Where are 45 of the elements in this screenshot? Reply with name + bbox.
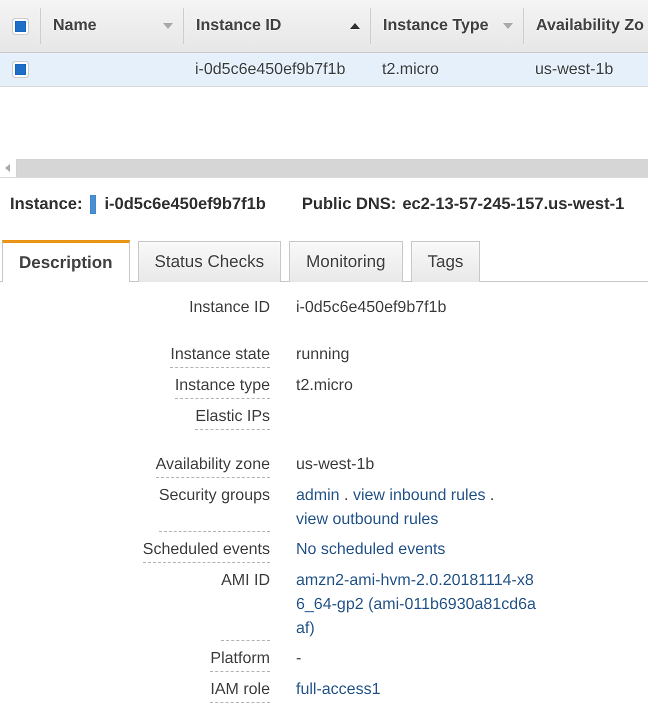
link[interactable]: No scheduled events xyxy=(296,538,541,562)
sort-ascending-icon[interactable] xyxy=(350,22,360,30)
checkbox[interactable] xyxy=(12,61,28,78)
field-label: Elastic IPs xyxy=(195,405,270,430)
instance-id: i-0d5c6e450ef9b7f1b xyxy=(104,194,266,214)
field-label: IAM role xyxy=(210,678,270,703)
field-value: us-west-1b xyxy=(296,456,374,473)
field-label: Instance state xyxy=(170,343,270,368)
field-value: admin . view inbound rules . view outbound rules xyxy=(296,486,496,530)
link[interactable]: amzn2-ami-hvm-2.0.20181114-x86_64-gp2 (ami-011b6930a81cd6aaf) xyxy=(296,569,541,641)
checkbox[interactable] xyxy=(12,18,28,34)
table-cell-text: i-0d5c6e450ef9b7f1b xyxy=(194,60,346,78)
tab[interactable]: Status Checks xyxy=(138,241,282,282)
instance-label: Instance: xyxy=(10,194,82,214)
caret-icon[interactable] xyxy=(503,22,513,30)
field-value: running xyxy=(296,346,350,363)
status-bar-icon xyxy=(90,194,96,214)
scrollbar-thumb[interactable] xyxy=(16,159,648,177)
public-dns: ec2-13-57-245-157.us-west-1 xyxy=(402,194,624,214)
field-value: - xyxy=(296,650,302,667)
link[interactable]: admin xyxy=(296,487,340,504)
caret-icon[interactable] xyxy=(163,22,173,30)
link[interactable]: view inbound rules xyxy=(352,487,486,504)
link[interactable]: view outbound rules xyxy=(296,511,438,528)
link[interactable]: full-access1 xyxy=(296,678,541,702)
field-label: Availability zone xyxy=(156,453,270,478)
column-header[interactable]: Availability Zo xyxy=(523,8,648,44)
tab[interactable]: Monitoring xyxy=(289,241,403,282)
tab[interactable]: Description xyxy=(2,240,130,282)
column-header[interactable]: Instance ID xyxy=(183,8,370,44)
field-label: Scheduled events xyxy=(142,538,270,563)
field-label: Instance ID xyxy=(189,298,270,318)
field-label: AMI ID xyxy=(221,569,270,641)
dns-label: Public DNS: xyxy=(302,194,396,214)
table-row[interactable]: i-0d5c6e450ef9b7f1b t2.micro us-west-1b xyxy=(0,53,648,87)
field-label: Instance type xyxy=(174,374,270,399)
field-label: Security groups xyxy=(158,484,270,532)
column-header[interactable]: Instance Type xyxy=(370,8,523,44)
table-cell-text: us-west-1b xyxy=(534,60,614,78)
column-header[interactable]: Name xyxy=(40,8,183,44)
tab[interactable]: Tags xyxy=(410,241,480,282)
field-value: i-0d5c6e450ef9b7f1b xyxy=(296,299,446,316)
table-cell-text: t2.micro xyxy=(381,60,440,78)
field-value: t2.micro xyxy=(296,377,353,394)
field-label: Platform xyxy=(210,647,270,672)
